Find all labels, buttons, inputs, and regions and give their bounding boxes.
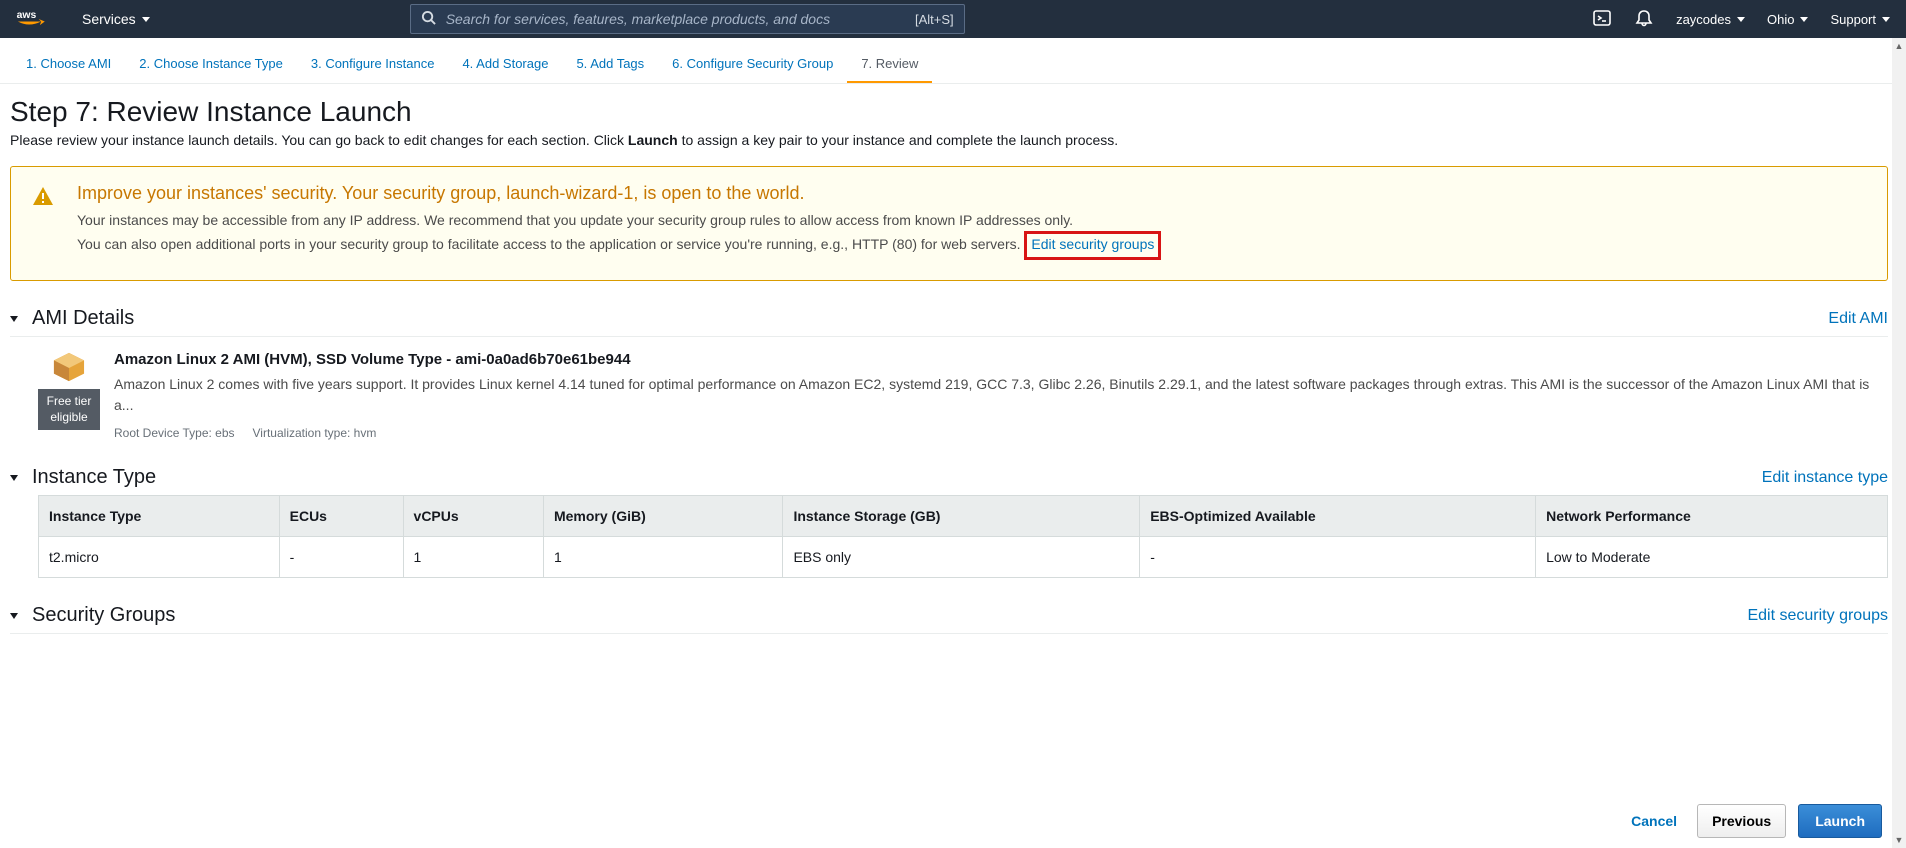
subtitle-text-after: to assign a key pair to your instance an… xyxy=(678,132,1118,148)
caret-down-icon xyxy=(142,17,150,22)
svg-text:aws: aws xyxy=(17,10,37,21)
services-label: Services xyxy=(82,11,136,27)
wizard-step-2[interactable]: 2. Choose Instance Type xyxy=(125,46,297,83)
wizard-step-3[interactable]: 3. Configure Instance xyxy=(297,46,449,83)
wizard-step-7[interactable]: 7. Review xyxy=(847,46,932,83)
scrollbar[interactable]: ▲ ▼ xyxy=(1892,38,1906,848)
services-dropdown[interactable]: Services xyxy=(82,11,150,27)
subtitle-text: Please review your instance launch detai… xyxy=(10,132,628,148)
free-tier-line2: eligible xyxy=(50,410,87,424)
caret-down-icon xyxy=(1800,17,1808,22)
support-label: Support xyxy=(1830,12,1876,27)
scroll-up-icon[interactable]: ▲ xyxy=(1892,38,1906,54)
cell-vcpus: 1 xyxy=(403,537,543,578)
instance-section-title: Instance Type xyxy=(32,466,156,489)
ami-box-icon xyxy=(50,351,88,383)
cell-instance-type: t2.micro xyxy=(39,537,280,578)
edit-instance-type-link[interactable]: Edit instance type xyxy=(1762,469,1888,487)
warning-title: Improve your instances' security. Your s… xyxy=(77,183,1161,204)
warning-line2: You can also open additional ports in yo… xyxy=(77,236,1024,252)
support-dropdown[interactable]: Support xyxy=(1830,12,1890,27)
aws-logo[interactable]: aws xyxy=(16,8,54,30)
wizard-step-4[interactable]: 4. Add Storage xyxy=(448,46,562,83)
security-warning: Improve your instances' security. Your s… xyxy=(10,166,1888,281)
col-ecus: ECUs xyxy=(279,496,403,537)
col-instance-type: Instance Type xyxy=(39,496,280,537)
footer-actions: Cancel Previous Launch xyxy=(0,796,1892,848)
cell-memory: 1 xyxy=(543,537,782,578)
search-icon xyxy=(421,10,436,28)
col-ebs-opt: EBS-Optimized Available xyxy=(1140,496,1536,537)
col-network: Network Performance xyxy=(1536,496,1888,537)
ami-description: Amazon Linux 2 comes with five years sup… xyxy=(114,374,1888,416)
cell-network: Low to Moderate xyxy=(1536,537,1888,578)
cancel-button[interactable]: Cancel xyxy=(1623,813,1685,829)
search-input[interactable]: Search for services, features, marketpla… xyxy=(410,4,965,34)
search-hint: [Alt+S] xyxy=(915,12,954,27)
account-dropdown[interactable]: zaycodes xyxy=(1676,12,1745,27)
previous-button[interactable]: Previous xyxy=(1697,804,1786,838)
region-label: Ohio xyxy=(1767,12,1794,27)
ami-section-title: AMI Details xyxy=(32,307,134,330)
launch-button[interactable]: Launch xyxy=(1798,804,1882,838)
instance-section-toggle[interactable]: Instance Type xyxy=(10,466,156,489)
search-placeholder: Search for services, features, marketpla… xyxy=(446,11,915,27)
notifications-icon[interactable] xyxy=(1634,8,1654,31)
cell-ebs-opt: - xyxy=(1140,537,1536,578)
caret-down-icon xyxy=(10,613,18,619)
ami-section-toggle[interactable]: AMI Details xyxy=(10,307,134,330)
wizard-step-6[interactable]: 6. Configure Security Group xyxy=(658,46,847,83)
cloudshell-icon[interactable] xyxy=(1592,8,1612,31)
wizard-step-1[interactable]: 1. Choose AMI xyxy=(12,46,125,83)
page-title: Step 7: Review Instance Launch xyxy=(10,96,1888,128)
caret-down-icon xyxy=(10,475,18,481)
ami-title: Amazon Linux 2 AMI (HVM), SSD Volume Typ… xyxy=(114,351,1888,368)
region-dropdown[interactable]: Ohio xyxy=(1767,12,1808,27)
free-tier-line1: Free tier xyxy=(47,394,92,408)
username-label: zaycodes xyxy=(1676,12,1731,27)
instance-type-table: Instance Type ECUs vCPUs Memory (GiB) In… xyxy=(38,495,1888,578)
edit-ami-link[interactable]: Edit AMI xyxy=(1828,310,1888,328)
scroll-down-icon[interactable]: ▼ xyxy=(1892,832,1906,848)
page-subtitle: Please review your instance launch detai… xyxy=(10,132,1888,148)
caret-down-icon xyxy=(10,316,18,322)
col-vcpus: vCPUs xyxy=(403,496,543,537)
warning-icon xyxy=(31,185,55,215)
cell-ecus: - xyxy=(279,537,403,578)
security-section-title: Security Groups xyxy=(32,604,175,627)
table-row: t2.micro - 1 1 EBS only - Low to Moderat… xyxy=(39,537,1888,578)
main-content: Step 7: Review Instance Launch Please re… xyxy=(0,84,1906,708)
cell-storage: EBS only xyxy=(783,537,1140,578)
caret-down-icon xyxy=(1737,17,1745,22)
warning-line1: Your instances may be accessible from an… xyxy=(77,212,1073,228)
col-memory: Memory (GiB) xyxy=(543,496,782,537)
col-storage: Instance Storage (GB) xyxy=(783,496,1140,537)
edit-security-groups-link[interactable]: Edit security groups xyxy=(1031,236,1154,252)
edit-security-groups-link-2[interactable]: Edit security groups xyxy=(1747,607,1888,625)
caret-down-icon xyxy=(1882,17,1890,22)
security-section-toggle[interactable]: Security Groups xyxy=(10,604,175,627)
wizard-steps: 1. Choose AMI 2. Choose Instance Type 3.… xyxy=(0,38,1906,84)
subtitle-bold: Launch xyxy=(628,132,678,148)
top-nav: aws Services Search for services, featur… xyxy=(0,0,1906,38)
ami-virtualization: Virtualization type: hvm xyxy=(253,426,377,440)
wizard-step-5[interactable]: 5. Add Tags xyxy=(562,46,658,83)
free-tier-badge: Free tier eligible xyxy=(38,389,100,430)
ami-root-device: Root Device Type: ebs xyxy=(114,426,235,440)
